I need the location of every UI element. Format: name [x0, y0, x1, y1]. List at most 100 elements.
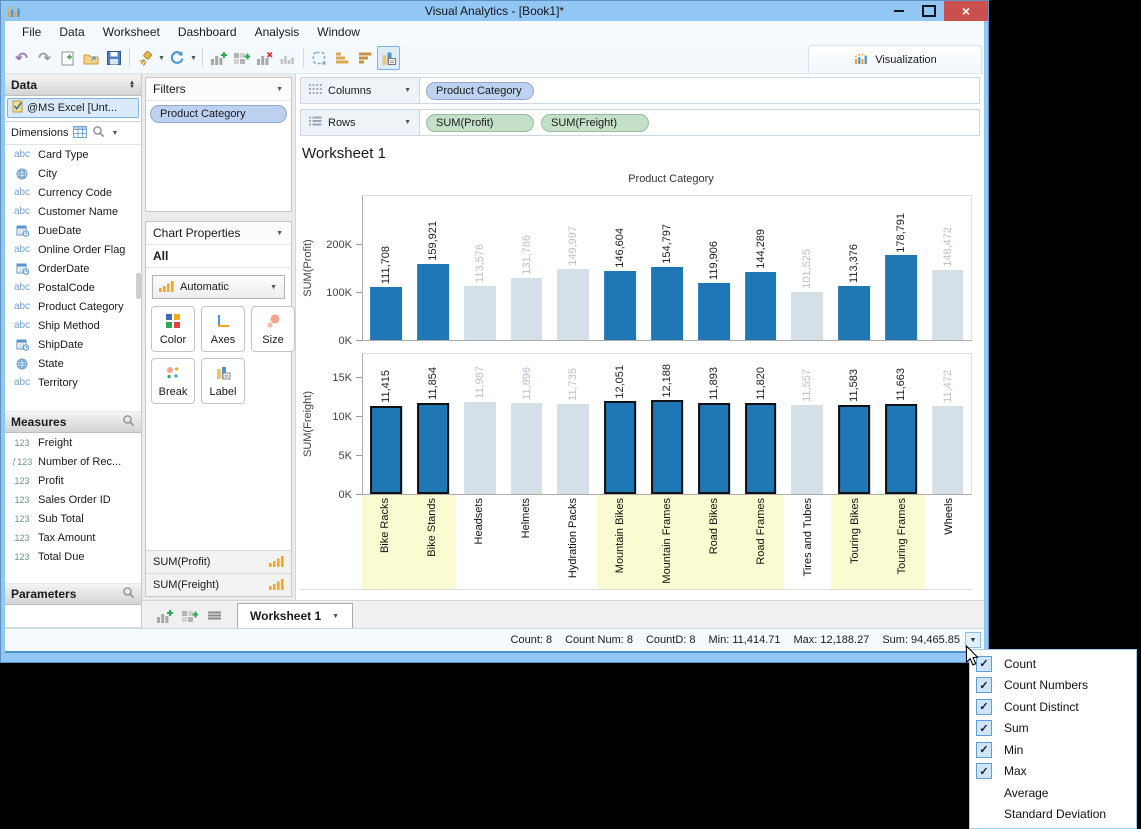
visualization-tab[interactable]: Visualization: [808, 45, 982, 73]
bar-mark[interactable]: [791, 291, 824, 340]
measure-item[interactable]: 123 Sub Total: [5, 509, 141, 528]
dimension-item[interactable]: State: [5, 354, 141, 373]
category-cell[interactable]: Road Frames: [737, 495, 785, 589]
new-dashboard-button[interactable]: [230, 46, 253, 70]
checkbox-icon[interactable]: ✓: [976, 763, 992, 780]
category-cell[interactable]: Mountain Frames: [643, 495, 691, 589]
category-cell[interactable]: Tires and Tubes: [784, 495, 831, 589]
dimension-item[interactable]: abc Currency Code: [5, 183, 141, 202]
new-worksheet-button[interactable]: [207, 46, 230, 70]
delete-worksheet-button[interactable]: [253, 46, 276, 70]
dimension-item[interactable]: 12 OrderDate: [5, 259, 141, 278]
dimension-item[interactable]: abc Customer Name: [5, 202, 141, 221]
menu-window[interactable]: Window: [308, 22, 369, 42]
label-button[interactable]: Label: [201, 358, 245, 404]
worksheet-tab-caret-icon[interactable]: ▼: [332, 613, 339, 620]
new-worksheet-tab-button[interactable]: [152, 604, 177, 628]
aggregation-menu-item[interactable]: Average: [970, 782, 1136, 804]
bar-mark[interactable]: [651, 400, 683, 494]
dimensions-search-icon[interactable]: [92, 125, 105, 141]
connect-data-dropdown-icon[interactable]: ▼: [158, 55, 165, 62]
bar-mark[interactable]: [557, 268, 590, 340]
measure-item[interactable]: 123 Profit: [5, 471, 141, 490]
chart-properties-header[interactable]: Chart Properties ▼: [146, 222, 291, 245]
category-cell[interactable]: Wheels: [925, 495, 972, 589]
menu-analysis[interactable]: Analysis: [246, 22, 309, 42]
refresh-button[interactable]: [166, 46, 189, 70]
open-button[interactable]: [79, 46, 102, 70]
new-dashboard-tab-button[interactable]: [177, 604, 202, 628]
rows-caret-icon[interactable]: ▼: [404, 119, 411, 126]
category-cell[interactable]: Touring Frames: [878, 495, 926, 589]
chart-properties-caret-icon[interactable]: ▼: [276, 230, 283, 237]
bar-mark[interactable]: [370, 406, 403, 494]
dimension-item[interactable]: abc Territory: [5, 373, 141, 392]
aggregation-menu-item[interactable]: ✓ Sum: [970, 718, 1136, 740]
clear-worksheet-button[interactable]: [276, 46, 299, 70]
category-cell[interactable]: Bike Stands: [408, 495, 456, 589]
menu-data[interactable]: Data: [50, 22, 93, 42]
dimension-item[interactable]: abc Ship Method: [5, 316, 141, 335]
undo-button[interactable]: ↶: [10, 46, 33, 70]
checkbox-icon[interactable]: ✓: [976, 698, 992, 715]
menu-worksheet[interactable]: Worksheet: [94, 22, 169, 42]
dimension-item[interactable]: abc Product Category: [5, 297, 141, 316]
new-workbook-button[interactable]: [56, 46, 79, 70]
checkbox-icon[interactable]: ✓: [976, 741, 992, 758]
bar-mark[interactable]: [884, 255, 917, 340]
rows-shelf-label[interactable]: Rows ▼: [301, 110, 420, 135]
aggregation-menu-item[interactable]: ✓ Min: [970, 739, 1136, 761]
minimize-button[interactable]: [884, 1, 914, 21]
bar-mark[interactable]: [464, 401, 496, 494]
menu-dashboard[interactable]: Dashboard: [169, 22, 246, 42]
data-source-item[interactable]: @MS Excel [Unt...: [7, 98, 139, 118]
menu-file[interactable]: File: [13, 22, 50, 42]
category-cell[interactable]: Mountain Bikes: [596, 495, 644, 589]
measure-card-row[interactable]: SUM(Freight): [146, 573, 291, 596]
filter-pill[interactable]: Product Category: [150, 105, 287, 123]
dimension-item[interactable]: abc Online Order Flag: [5, 240, 141, 259]
sort-descending-button[interactable]: [354, 46, 377, 70]
aggregation-menu-item[interactable]: ✓ Count: [970, 653, 1136, 675]
dimension-item[interactable]: 12 DueDate: [5, 221, 141, 240]
category-cell[interactable]: Headsets: [456, 495, 503, 589]
dimensions-scrollbar-thumb[interactable]: [136, 273, 141, 299]
measure-item[interactable]: ƒ 123 Number of Rec...: [5, 452, 141, 471]
mark-type-dropdown[interactable]: Automatic ▼: [152, 275, 285, 299]
color-button[interactable]: Color: [151, 306, 195, 352]
checkbox-icon[interactable]: ✓: [976, 677, 992, 694]
aggregation-menu-item[interactable]: Standard Deviation: [970, 804, 1136, 826]
column-pill[interactable]: Product Category: [426, 81, 534, 100]
lasso-select-button[interactable]: [308, 46, 331, 70]
bar-mark[interactable]: [697, 402, 730, 494]
aggregation-menu-item[interactable]: ✓ Count Distinct: [970, 696, 1136, 718]
bar-mark[interactable]: [464, 286, 496, 340]
dimensions-menu-icon[interactable]: ▼: [111, 130, 118, 137]
row-pill[interactable]: SUM(Profit): [426, 113, 534, 132]
dimension-item[interactable]: abc PostalCode: [5, 278, 141, 297]
category-cell[interactable]: Road Bikes: [690, 495, 738, 589]
row-pill[interactable]: SUM(Freight): [541, 113, 649, 132]
measure-item[interactable]: 123 Freight: [5, 433, 141, 452]
bar-mark[interactable]: [417, 402, 450, 494]
bar-mark[interactable]: [931, 405, 964, 494]
aggregation-menu-item[interactable]: ✓ Count Numbers: [970, 675, 1136, 697]
size-button[interactable]: Size: [251, 306, 295, 352]
data-panel-header[interactable]: Data ▲ ▼: [5, 74, 141, 96]
dimension-item[interactable]: 12 ShipDate: [5, 335, 141, 354]
columns-shelf-label[interactable]: Columns ▼: [301, 78, 420, 103]
bar-mark[interactable]: [510, 402, 543, 494]
category-cell[interactable]: Bike Racks: [362, 495, 409, 589]
bar-mark[interactable]: [838, 286, 870, 340]
category-cell[interactable]: Hydration Packs: [550, 495, 597, 589]
filters-header[interactable]: Filters ▼: [146, 78, 291, 101]
save-button[interactable]: [102, 46, 125, 70]
view-data-grid-icon[interactable]: [73, 125, 88, 141]
bar-mark[interactable]: [838, 404, 870, 494]
bar-mark[interactable]: [604, 401, 637, 494]
measure-item[interactable]: 123 Total Due: [5, 547, 141, 566]
bar-mark[interactable]: [510, 277, 543, 340]
show-labels-toggle[interactable]: [376, 46, 400, 70]
measures-search-icon[interactable]: [122, 414, 135, 430]
filters-caret-icon[interactable]: ▼: [276, 86, 283, 93]
